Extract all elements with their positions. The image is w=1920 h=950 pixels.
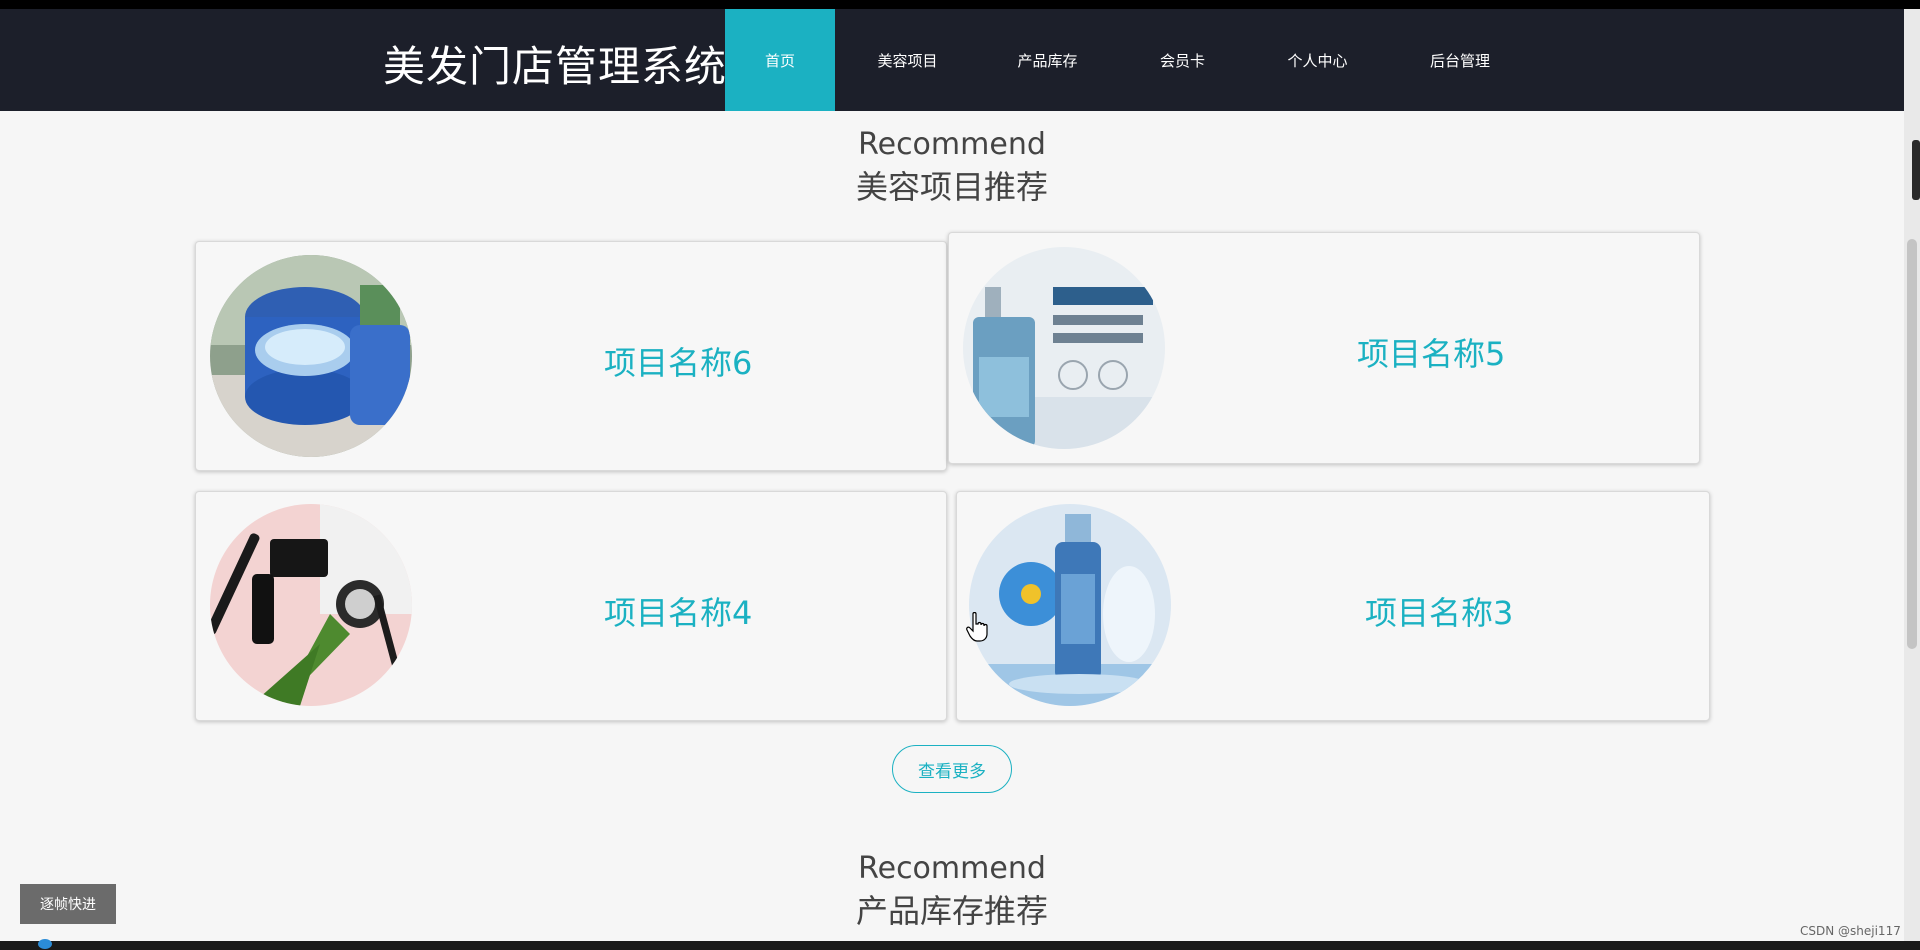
main-nav: 首页 美容项目 产品库存 会员卡 个人中心 后台管理 — [725, 9, 1535, 111]
nav-item-personal-center[interactable]: 个人中心 — [1250, 9, 1385, 111]
project-name[interactable]: 项目名称6 — [604, 338, 752, 384]
project-name[interactable]: 项目名称4 — [604, 588, 752, 634]
scrollbar-thumb[interactable] — [1907, 239, 1917, 649]
section-title-zh: 美容项目推荐 — [855, 168, 1048, 206]
side-handle — [1912, 140, 1920, 200]
site-header: 美发门店管理系统 首页 美容项目 产品库存 会员卡 个人中心 后台管理 — [0, 9, 1904, 111]
essence-bottle-image — [963, 247, 1165, 449]
nav-item-member-card[interactable]: 会员卡 — [1115, 9, 1250, 111]
video-progress-bar[interactable] — [0, 941, 1920, 950]
project-card[interactable]: 项目名称6 — [195, 241, 947, 471]
project-card[interactable]: 项目名称3 — [956, 491, 1710, 721]
window-top-strip — [0, 0, 1920, 9]
cosmetic-jar-image-art — [210, 255, 412, 457]
makeup-tools-image — [210, 504, 412, 706]
cosmetic-jar-image — [210, 255, 412, 457]
hand-cursor-icon — [966, 612, 988, 642]
nav-item-beauty-projects[interactable]: 美容项目 — [835, 9, 980, 111]
nav-item-home[interactable]: 首页 — [725, 9, 835, 111]
project-card[interactable]: 项目名称4 — [195, 491, 947, 721]
project-card[interactable]: 项目名称5 — [948, 232, 1700, 464]
serum-bottle-image-art — [969, 504, 1171, 706]
section-title-projects: Recommend 美容项目推荐 — [0, 125, 1904, 209]
serum-bottle-image — [969, 504, 1171, 706]
nav-item-product-stock[interactable]: 产品库存 — [980, 9, 1115, 111]
section-title-products: Recommend 产品库存推荐 — [0, 849, 1904, 933]
nav-item-admin[interactable]: 后台管理 — [1385, 9, 1535, 111]
site-title: 美发门店管理系统 — [383, 42, 728, 91]
view-more-button[interactable]: 查看更多 — [892, 745, 1012, 793]
watermark: CSDN @sheji117 — [1800, 924, 1901, 938]
essence-bottle-image-art — [963, 247, 1165, 449]
project-name[interactable]: 项目名称5 — [1357, 329, 1505, 375]
section-title-en: Recommend — [858, 851, 1046, 886]
makeup-tools-image-art — [210, 504, 412, 706]
section-title-en: Recommend — [858, 127, 1046, 162]
progress-handle[interactable] — [38, 939, 52, 949]
frame-step-button[interactable]: 逐帧快进 — [20, 884, 116, 924]
section-title-zh: 产品库存推荐 — [855, 892, 1048, 930]
project-name[interactable]: 项目名称3 — [1365, 588, 1513, 634]
